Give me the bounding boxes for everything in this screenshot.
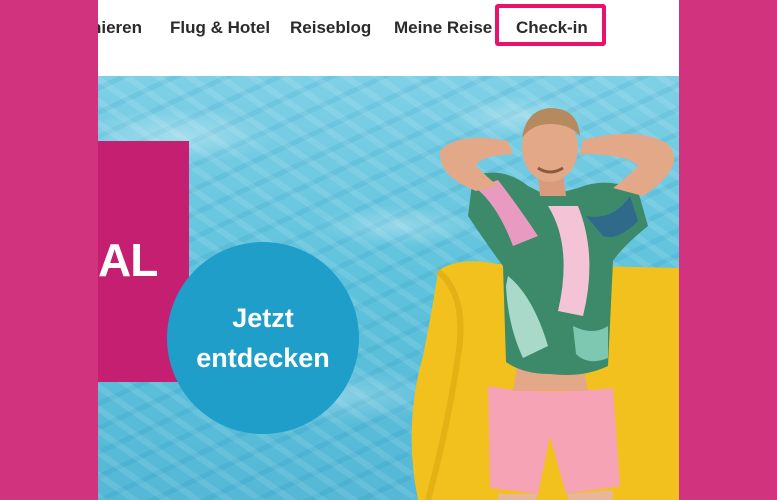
nav-item-flug-hotel[interactable]: Flug & Hotel: [170, 18, 270, 40]
promo-heading: AL: [98, 234, 158, 286]
hero-photo: [411, 108, 679, 500]
nav-item-meine-reise[interactable]: Meine Reise: [394, 18, 492, 40]
discover-button-line2: entdecken: [196, 343, 330, 373]
page-viewport: hieren Flug & Hotel Reiseblog Meine Reis…: [98, 0, 679, 500]
nav-item-partial[interactable]: hieren: [98, 18, 142, 40]
discover-button-line1: Jetzt: [232, 303, 294, 333]
main-navigation: hieren Flug & Hotel Reiseblog Meine Reis…: [98, 0, 679, 77]
nav-item-reiseblog[interactable]: Reiseblog: [290, 18, 371, 40]
nav-item-checkin[interactable]: Check-in: [516, 18, 588, 40]
hero-banner: AL Jetzt entdecken: [98, 76, 679, 500]
discover-button[interactable]: Jetzt entdecken: [167, 242, 359, 434]
